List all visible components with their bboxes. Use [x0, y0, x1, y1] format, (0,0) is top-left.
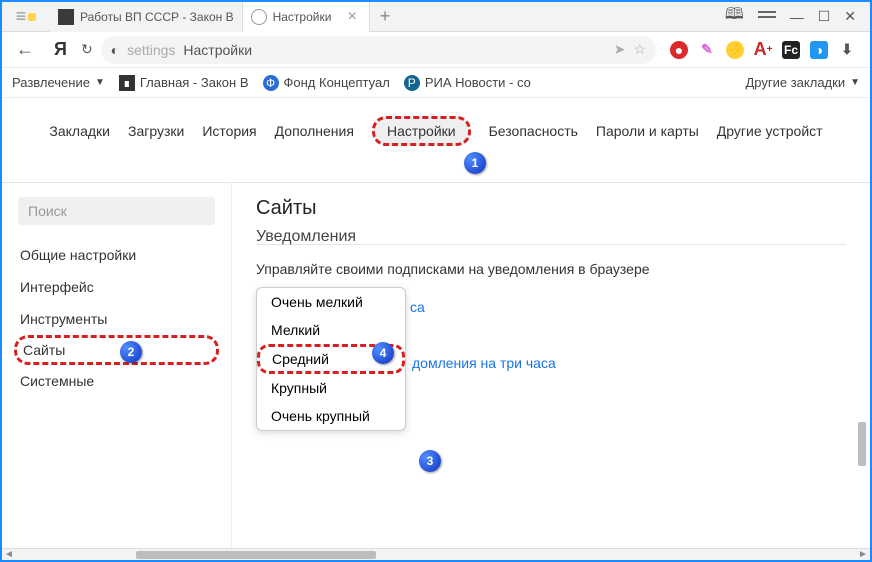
sidebar-item-sites-label: Сайты — [23, 342, 65, 358]
section-description: Управляйте своими подписками на уведомле… — [256, 261, 846, 277]
close-button[interactable]: ✕ — [844, 8, 856, 25]
scroll-thumb[interactable] — [136, 551, 376, 559]
bookmarks-panel-icon[interactable]: 🕮 — [725, 3, 744, 30]
annotation-marker-1: 1 — [464, 152, 486, 174]
ext-fc-icon[interactable]: Fc — [782, 41, 800, 59]
navtab-other-devices[interactable]: Другие устройст — [717, 123, 823, 139]
bookmark-star-icon[interactable]: ☆ — [633, 41, 646, 58]
yandex-logo[interactable]: Я — [48, 39, 73, 60]
scroll-left-icon[interactable]: ◄ — [2, 549, 16, 560]
bookmark-2[interactable]: ∎ Главная - Закон В — [119, 75, 249, 91]
annotation-marker-3: 3 — [419, 450, 441, 472]
other-bookmarks[interactable]: Другие закладки▼ — [745, 75, 860, 90]
ext-feather-icon[interactable]: ✎ — [698, 41, 716, 59]
sidebar-search[interactable]: Поиск — [18, 197, 215, 225]
downloads-icon[interactable]: ⬇ — [838, 41, 856, 59]
history-lines-icon[interactable] — [758, 16, 776, 18]
omnibox-host: settings — [127, 42, 175, 58]
bookmark3-favicon: Ф — [263, 75, 279, 91]
extensions-row: ● ✎ ⚡ A+ Fc ◑ ⬇ — [664, 41, 862, 59]
link-fragment-2[interactable]: домления на три часа — [412, 355, 556, 371]
settings-content: Поиск Общие настройки Интерфейс Инструме… — [2, 182, 870, 556]
navtab-security[interactable]: Безопасность — [489, 123, 578, 139]
navtab-downloads[interactable]: Загрузки — [128, 123, 184, 139]
sidebar-item-interface[interactable]: Интерфейс — [2, 271, 231, 303]
scroll-right-icon[interactable]: ► — [856, 549, 870, 560]
omnibox[interactable]: ◐ settings Настройки ➤ ☆ — [101, 36, 656, 64]
section-heading: Сайты — [256, 197, 846, 220]
ext-icon-1[interactable]: ● — [670, 41, 688, 59]
bookmarks-bar: Развлечение▼ ∎ Главная - Закон В Ф Фонд … — [2, 68, 870, 98]
site-settings-icon[interactable]: ◐ — [111, 42, 119, 58]
settings-main: Сайты Уведомления Управляйте своими подп… — [232, 183, 870, 556]
tab1-label: Работы ВП СССР - Закон В — [80, 10, 234, 24]
bookmark-folder-1[interactable]: Развлечение▼ — [12, 75, 105, 90]
new-tab-button[interactable]: + — [370, 6, 401, 27]
tab-close-icon[interactable]: × — [343, 8, 360, 26]
bookmark4-favicon: Р — [404, 75, 420, 91]
sidebar-item-sites[interactable]: Сайты — [14, 335, 219, 365]
link-fragment-1[interactable]: са — [410, 299, 425, 315]
app-menu-icon[interactable]: ≡ — [2, 6, 50, 27]
tab2-label: Настройки — [273, 10, 332, 24]
annotation-marker-4: 4 — [372, 342, 394, 364]
navtab-bookmarks[interactable]: Закладки — [49, 123, 110, 139]
sidebar-item-general[interactable]: Общие настройки — [2, 239, 231, 271]
ext-flash-icon[interactable]: ⚡ — [726, 41, 744, 59]
annotation-marker-2: 2 — [120, 341, 142, 363]
font-option-very-small[interactable]: Очень мелкий — [257, 288, 405, 316]
send-icon[interactable]: ➤ — [614, 41, 626, 58]
font-option-large[interactable]: Крупный — [257, 374, 405, 402]
ext-A-icon[interactable]: A+ — [754, 41, 772, 59]
font-option-very-large[interactable]: Очень крупный — [257, 402, 405, 430]
navtab-settings[interactable]: Настройки — [372, 116, 471, 146]
back-button[interactable]: ← — [10, 39, 40, 60]
horizontal-scrollbar[interactable]: ◄ ► — [2, 548, 870, 560]
address-bar: ← Я ↻ ◐ settings Настройки ➤ ☆ ● ✎ ⚡ A+ … — [2, 32, 870, 68]
ext-shield-icon[interactable]: ◑ — [810, 41, 828, 59]
font-option-small[interactable]: Мелкий — [257, 316, 405, 344]
gear-icon — [251, 9, 267, 25]
navtab-passwords[interactable]: Пароли и карты — [596, 123, 699, 139]
omnibox-title: Настройки — [183, 42, 252, 58]
settings-nav-tabs: Закладки Загрузки История Дополнения Нас… — [2, 98, 870, 182]
titlebar: ≡ Работы ВП СССР - Закон В Настройки × +… — [2, 2, 870, 32]
sidebar-item-system[interactable]: Системные — [2, 365, 231, 397]
tab-2-settings[interactable]: Настройки × — [243, 2, 370, 32]
bookmark-4[interactable]: Р РИА Новости - со — [404, 75, 531, 91]
navtab-history[interactable]: История — [202, 123, 256, 139]
vertical-scrollbar[interactable] — [858, 242, 870, 442]
navtab-addons[interactable]: Дополнения — [275, 123, 354, 139]
tab-1[interactable]: Работы ВП СССР - Закон В — [50, 2, 243, 32]
reload-button[interactable]: ↻ — [81, 41, 93, 58]
subsection-notifications: Уведомления — [256, 228, 356, 245]
tab1-favicon — [58, 9, 74, 25]
sidebar-item-tools[interactable]: Инструменты — [2, 303, 231, 335]
maximize-button[interactable]: ☐ — [818, 8, 831, 25]
bookmark-3[interactable]: Ф Фонд Концептуал — [263, 75, 390, 91]
minimize-button[interactable]: — — [790, 9, 804, 25]
settings-sidebar: Поиск Общие настройки Интерфейс Инструме… — [2, 183, 232, 556]
bookmark2-favicon: ∎ — [119, 75, 135, 91]
